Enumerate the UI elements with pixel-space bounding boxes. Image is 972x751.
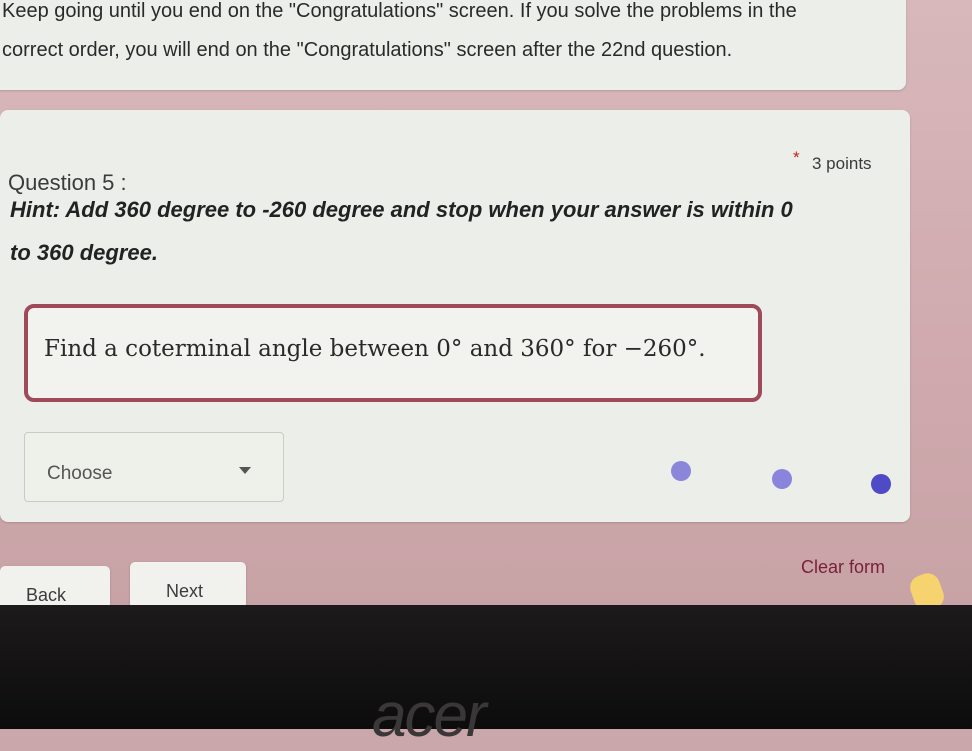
progress-dot-icon bbox=[772, 469, 792, 489]
question-hint: Hint: Add 360 degree to -260 degree and … bbox=[10, 188, 800, 274]
chevron-down-icon bbox=[239, 467, 251, 474]
dropdown-selected-value: Choose bbox=[47, 463, 113, 484]
answer-dropdown[interactable]: Choose bbox=[24, 432, 284, 502]
intro-text: Keep going until you end on the "Congrat… bbox=[2, 0, 902, 70]
hint-line-2: to 360 degree. bbox=[10, 240, 158, 265]
back-button-label: Back bbox=[26, 585, 67, 605]
hint-line-1: Hint: Add 360 degree to -260 degree and … bbox=[10, 197, 793, 222]
points-label: 3 points bbox=[812, 154, 872, 173]
clear-form-link[interactable]: Clear form bbox=[801, 557, 885, 578]
acer-logo: acer bbox=[372, 681, 487, 750]
problem-image: Find a coterminal angle between 0° and 3… bbox=[24, 304, 762, 402]
browser-screen: Keep going until you end on the "Congrat… bbox=[0, 0, 972, 620]
progress-dot-icon bbox=[871, 474, 891, 494]
intro-line-2: correct order, you will end on the "Cong… bbox=[2, 39, 733, 61]
progress-dot-icon bbox=[671, 461, 691, 481]
required-mark: * bbox=[793, 148, 800, 167]
next-button-label: Next bbox=[166, 581, 204, 601]
problem-text: Find a coterminal angle between 0° and 3… bbox=[44, 336, 706, 362]
laptop-bezel bbox=[0, 605, 972, 729]
intro-card: Keep going until you end on the "Congrat… bbox=[0, 0, 906, 90]
intro-line-1: Keep going until you end on the "Congrat… bbox=[2, 0, 797, 22]
